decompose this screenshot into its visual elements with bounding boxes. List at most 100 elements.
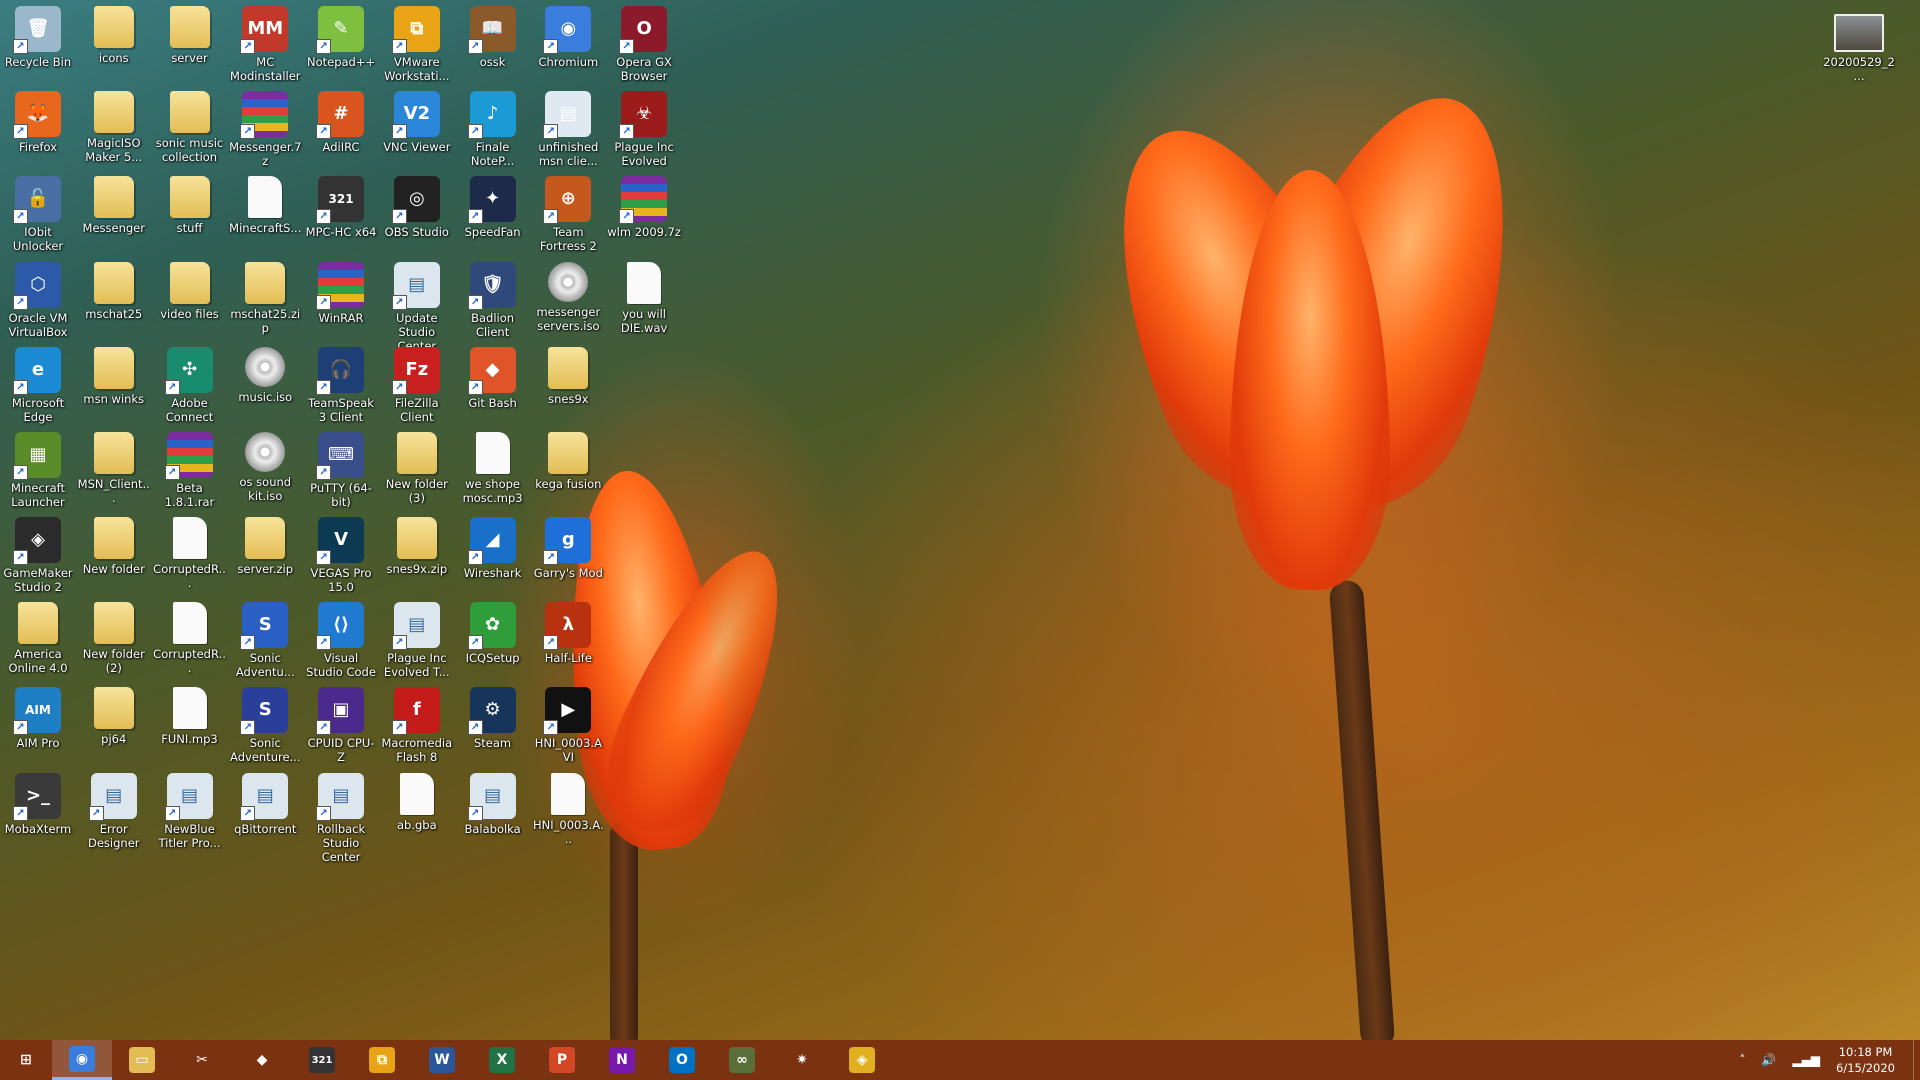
desktop-icon[interactable]: wlm 2009.7z — [607, 176, 681, 239]
desktop-icon[interactable]: 🦊Firefox — [1, 91, 75, 154]
desktop-icon[interactable]: ▤Rollback Studio Center — [304, 772, 378, 864]
desktop-icon[interactable]: MMMC Modinstaller — [228, 6, 302, 83]
desktop-icon[interactable]: FUNI.mp3 — [153, 687, 227, 746]
desktop-icon[interactable]: pj64 — [77, 687, 151, 746]
desktop-icon[interactable]: mschat25.zip — [228, 261, 302, 335]
taskbar-excel[interactable]: X — [472, 1040, 532, 1080]
desktop-icon[interactable]: OOpera GX Browser — [607, 6, 681, 83]
taskbar-outlook[interactable]: O — [652, 1040, 712, 1080]
desktop-icon[interactable]: ⚙Steam — [456, 687, 530, 750]
desktop-icon[interactable]: mschat25 — [77, 261, 151, 321]
desktop-icon[interactable]: server — [153, 6, 227, 65]
desktop-icon[interactable]: WinRAR — [304, 261, 378, 325]
taskbar-onenote[interactable]: N — [592, 1040, 652, 1080]
desktop-icon[interactable]: ✿ICQSetup — [456, 602, 530, 665]
clock[interactable]: 10:18 PM 6/15/2020 — [1836, 1044, 1895, 1076]
desktop-icon[interactable]: 📖ossk — [456, 6, 530, 69]
desktop-icon[interactable]: CorruptedR... — [153, 602, 227, 675]
taskbar-start-button[interactable]: ⊞ — [0, 1040, 52, 1080]
desktop-icon[interactable]: SSonic Adventu... — [228, 602, 302, 679]
network-icon[interactable]: ▂▄▆ — [1792, 1053, 1820, 1067]
desktop-icon[interactable]: New folder (2) — [77, 602, 151, 675]
desktop-icon[interactable]: sonic music collection — [153, 91, 227, 164]
desktop-icon[interactable]: ▤Plague Inc Evolved T... — [380, 602, 454, 679]
desktop-icon[interactable]: ⟨⟩Visual Studio Code — [304, 602, 378, 679]
desktop-icon[interactable]: ▤unfinished msn clie... — [531, 91, 605, 168]
desktop-icon[interactable]: SSonic Adventure... — [228, 687, 302, 764]
desktop-icon[interactable]: ▤Error Designer — [77, 772, 151, 850]
desktop-icon[interactable]: msn winks — [77, 346, 151, 406]
desktop-icon[interactable]: ⊕Team Fortress 2 — [531, 176, 605, 253]
taskbar-infinity-app[interactable]: ∞ — [712, 1040, 772, 1080]
desktop-icon[interactable]: MSN_Client... — [77, 431, 151, 505]
desktop-icon[interactable]: music.iso — [228, 346, 302, 404]
desktop-icon[interactable]: 🎧TeamSpeak 3 Client — [304, 346, 378, 424]
desktop-icon-image-thumbnail[interactable]: 20200529_2... — [1822, 14, 1896, 83]
taskbar-word[interactable]: W — [412, 1040, 472, 1080]
desktop-icon[interactable]: 🗑Recycle Bin — [1, 6, 75, 69]
desktop-icon[interactable]: MagicISO Maker 5... — [77, 91, 151, 164]
desktop-icon[interactable]: New folder — [77, 517, 151, 576]
desktop-icon[interactable]: ▤NewBlue Titler Pro... — [153, 772, 227, 850]
desktop-icon[interactable]: HNI_0003.A... — [531, 772, 605, 846]
desktop-icon[interactable]: AIMAIM Pro — [1, 687, 75, 750]
taskbar-snipping-tool[interactable]: ✂ — [172, 1040, 232, 1080]
desktop-icon[interactable]: #AdiIRC — [304, 91, 378, 154]
desktop-icon[interactable]: America Online 4.0 — [1, 602, 75, 675]
desktop-icon[interactable]: ab.gba — [380, 772, 454, 832]
desktop-icon[interactable]: ✎Notepad++ — [304, 6, 378, 69]
taskbar-diamond-app[interactable]: ◈ — [832, 1040, 892, 1080]
taskbar-gem-app[interactable]: ◆ — [232, 1040, 292, 1080]
desktop-icon[interactable]: ⌨PuTTY (64-bit) — [304, 431, 378, 509]
desktop-icon[interactable]: ✦SpeedFan — [456, 176, 530, 239]
desktop-icon[interactable]: V2VNC Viewer — [380, 91, 454, 154]
desktop-icon[interactable]: ▤Balabolka — [456, 772, 530, 836]
desktop-icon[interactable]: Beta 1.8.1.rar — [153, 431, 227, 509]
desktop-icon[interactable]: ▤Update Studio Center — [380, 261, 454, 353]
taskbar-pinwheel-app[interactable]: ✷ — [772, 1040, 832, 1080]
desktop-icon[interactable]: stuff — [153, 176, 227, 235]
desktop-icon[interactable]: MinecraftS... — [228, 176, 302, 235]
desktop-icon[interactable]: 🛡Badlion Client — [456, 261, 530, 339]
desktop-icon[interactable]: you will DIE.wav — [607, 261, 681, 335]
volume-icon[interactable]: 🔊 — [1761, 1053, 1776, 1067]
desktop-icon[interactable]: snes9x — [531, 346, 605, 406]
tray-overflow-chevron[interactable]: ˄ — [1739, 1053, 1745, 1067]
desktop-icon[interactable]: New folder (3) — [380, 431, 454, 505]
desktop-icon[interactable]: ⧉VMware Workstati... — [380, 6, 454, 83]
taskbar-powerpoint[interactable]: P — [532, 1040, 592, 1080]
desktop-icon[interactable]: VVEGAS Pro 15.0 — [304, 517, 378, 594]
desktop-icon[interactable]: os sound kit.iso — [228, 431, 302, 503]
desktop-icon[interactable]: FzFileZilla Client — [380, 346, 454, 424]
desktop-icon[interactable]: >_MobaXterm — [1, 772, 75, 836]
desktop-icon[interactable]: fMacromedia Flash 8 — [380, 687, 454, 764]
desktop-icon[interactable]: Messenger.7z — [228, 91, 302, 168]
desktop-icon[interactable]: ✣Adobe Connect — [153, 346, 227, 424]
desktop-icon[interactable]: ◆Git Bash — [456, 346, 530, 410]
desktop-icon[interactable]: ♪Finale NoteP... — [456, 91, 530, 168]
desktop-icon[interactable]: λHalf-Life — [531, 602, 605, 665]
taskbar-file-explorer[interactable]: ▭ — [112, 1040, 172, 1080]
desktop-icon[interactable]: kega fusion — [531, 431, 605, 491]
desktop-icon[interactable]: ▣CPUID CPU-Z — [304, 687, 378, 764]
desktop-icon[interactable]: Messenger — [77, 176, 151, 235]
desktop-icon[interactable]: server.zip — [228, 517, 302, 576]
desktop-icon[interactable]: we shope mosc.mp3 — [456, 431, 530, 505]
desktop-icon[interactable]: CorruptedR... — [153, 517, 227, 590]
desktop-icon[interactable]: ▦Minecraft Launcher — [1, 431, 75, 509]
desktop-icon[interactable]: 321MPC-HC x64 — [304, 176, 378, 239]
desktop-icon[interactable]: ◈GameMaker Studio 2 — [1, 517, 75, 594]
desktop-icon[interactable]: icons — [77, 6, 151, 65]
taskbar-chromium[interactable]: ◉ — [52, 1040, 112, 1080]
desktop-icon[interactable]: ◉Chromium — [531, 6, 605, 69]
taskbar-mpc-hc[interactable]: 321 — [292, 1040, 352, 1080]
desktop-icon[interactable]: 🔓IObit Unlocker — [1, 176, 75, 253]
desktop-icon[interactable]: messenger servers.iso — [531, 261, 605, 333]
desktop-icon[interactable]: ▤qBittorrent — [228, 772, 302, 836]
desktop-icon[interactable]: gGarry's Mod — [531, 517, 605, 580]
taskbar-vmware[interactable]: ⧉ — [352, 1040, 412, 1080]
desktop-icon[interactable]: eMicrosoft Edge — [1, 346, 75, 424]
desktop-icon[interactable]: snes9x.zip — [380, 517, 454, 576]
desktop-icon[interactable]: ◢Wireshark — [456, 517, 530, 580]
desktop-icon[interactable]: video files — [153, 261, 227, 321]
